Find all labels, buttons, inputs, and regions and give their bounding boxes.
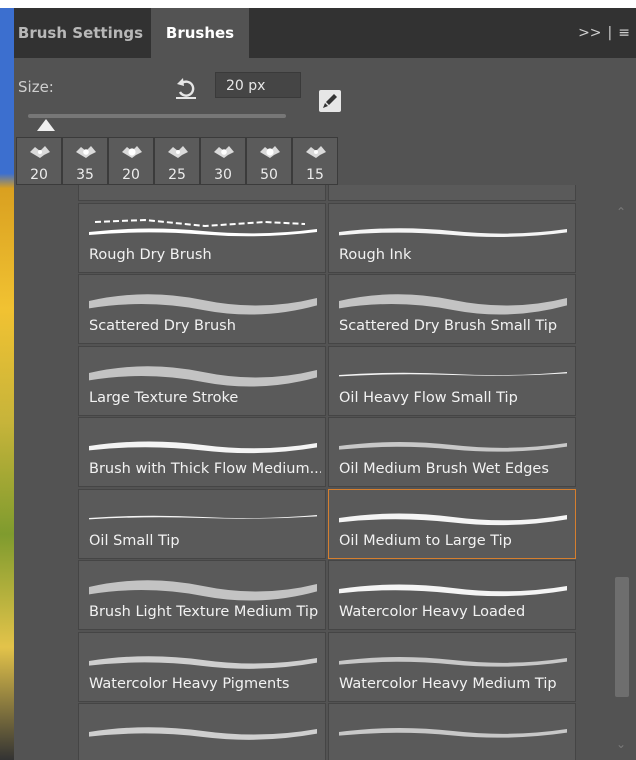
brush-tip-icon [306,146,326,158]
brush-preset-item[interactable]: Watercolor Heavy Medium Tip [328,631,576,702]
brush-preset-label: Oil Small Tip [89,532,180,549]
brush-preset-item[interactable]: Brush with Thick Flow Medium... [78,417,326,487]
brush-tip-size: 35 [76,167,94,183]
size-label: Size: [18,78,54,96]
tab-brush-settings[interactable]: Brush Settings [14,8,147,58]
recent-brush-tip[interactable]: 50 [246,137,292,185]
brush-preset-label: Large Texture Stroke [89,389,239,406]
brush-preset-item[interactable]: Oil Heavy Flow Small Tip [328,345,576,416]
brush-preset-label: Brush Light Texture Medium Tip [89,604,319,620]
brush-stroke-preview [89,655,317,669]
brush-stroke-preview [339,371,567,376]
brush-preset-item[interactable]: Scattered Dry Brush Small Tip [328,274,576,344]
brush-preset-list: Paint on Rough TexturePaintbrush Tool Te… [78,185,578,760]
brush-tip-icon [260,146,280,158]
brush-preset-item[interactable] [328,703,576,760]
recent-brush-tip[interactable]: 15 [292,137,338,185]
brush-preset-label: Watercolor Heavy Medium Tip [339,675,557,692]
brush-stroke-preview [339,294,567,315]
size-slider-thumb[interactable] [37,119,56,131]
brush-preset-label: Brush with Thick Flow Medium... [89,461,321,477]
brush-stroke-preview [89,580,317,601]
brush-stroke-preview [89,441,317,454]
brushes-panel: Brush Settings Brushes >> | ≡ Size: 20 px … [14,8,636,760]
brush-tip-icon [122,146,142,158]
panel-tab-bar: Brush Settings Brushes >> | ≡ [14,8,636,58]
brush-stroke-preview [339,584,567,597]
brush-stroke-preview [339,227,567,237]
brush-tip-icon [214,146,234,158]
brush-stroke-preview [339,656,567,667]
brush-preset-label: Rough Dry Brush [89,246,212,263]
scrollbar[interactable]: ⌃ ⌄ [608,185,636,760]
reset-arrow-icon[interactable] [173,75,199,101]
brush-stroke-preview [339,727,567,738]
brush-preset-label: Rough Ink [339,246,412,263]
panel-menu[interactable]: >> | ≡ [572,8,630,58]
scrollbar-thumb[interactable] [615,577,629,697]
brush-preset-item[interactable]: Oil Small Tip [78,488,326,559]
separator: | [607,25,613,41]
brush-stroke-preview [89,514,317,519]
brush-tip-size: 20 [122,167,140,183]
document-canvas-edge [0,8,14,760]
brush-preset-item[interactable]: Brush Light Texture Medium Tip [78,560,326,630]
brush-preset-label: Oil Medium Brush Wet Edges [339,461,549,477]
brush-preset-label: Oil Medium to Large Tip [339,532,512,549]
brush-tip-icon [30,146,50,158]
recent-brushes-bar: 20 35 20 25 30 50 15 [16,137,338,185]
brush-tip-icon [168,146,188,158]
brush-preset-label: Oil Heavy Flow Small Tip [339,389,518,406]
brush-tip-size: 30 [214,167,232,183]
brush-tip-size: 20 [30,167,48,183]
chevron-down-icon[interactable]: ⌄ [616,737,626,751]
brush-preset-item[interactable]: Scattered Dry Brush [78,274,326,344]
recent-brush-tip[interactable]: 20 [108,137,154,185]
brush-new-preset-icon[interactable] [319,90,341,112]
expand-panel-icon[interactable]: >> [578,25,601,41]
chevron-up-icon[interactable]: ⌃ [616,205,626,219]
size-input[interactable]: 20 px [215,72,301,98]
recent-brush-tip[interactable]: 35 [62,137,108,185]
hamburger-menu-icon[interactable]: ≡ [618,25,630,41]
recent-brush-tip[interactable]: 25 [154,137,200,185]
brush-stroke-preview [89,218,317,236]
brush-preset-label: Scattered Dry Brush Small Tip [339,318,558,334]
brush-preset-item[interactable]: Rough Ink [328,202,576,273]
brush-tip-icon [76,146,96,158]
brush-tip-size: 50 [260,167,278,183]
brush-preset-item[interactable]: Rough Dry Brush [78,202,326,273]
brush-preset-item[interactable]: Watercolor Heavy Loaded [328,560,576,630]
recent-brush-tip[interactable]: 20 [16,137,62,185]
brush-preset-label: Watercolor Heavy Loaded [339,604,526,620]
brush-tip-size: 25 [168,167,186,183]
brush-preset-label: Scattered Dry Brush [89,318,236,334]
brush-preset-item[interactable]: Paintbrush Tool Texture Comb [328,185,576,201]
brush-preset-item[interactable]: Paint on Rough Texture [78,185,326,201]
recent-brush-tip[interactable]: 30 [200,137,246,185]
tab-brushes[interactable]: Brushes [151,8,249,58]
brush-stroke-preview [339,512,567,525]
brush-preset-item[interactable]: Oil Medium to Large Tip [328,488,576,559]
brush-stroke-preview [89,727,317,740]
brush-tip-size: 15 [306,167,324,183]
window-top-edge [0,0,636,8]
brush-preset-item[interactable]: Watercolor Heavy Pigments [78,631,326,702]
brush-stroke-preview [89,294,317,315]
brush-stroke-preview [89,365,317,387]
brush-preset-item[interactable]: Large Texture Stroke [78,345,326,416]
brush-stroke-preview [339,441,567,452]
brush-preset-item[interactable]: Oil Medium Brush Wet Edges [328,417,576,487]
size-slider-track[interactable] [28,114,286,118]
brush-preset-item[interactable] [78,703,326,760]
brush-preset-label: Watercolor Heavy Pigments [89,675,290,692]
